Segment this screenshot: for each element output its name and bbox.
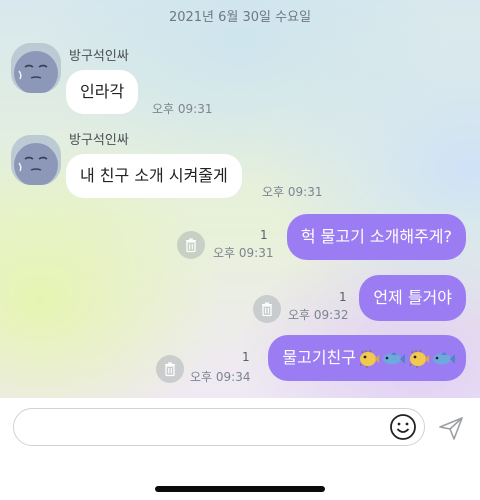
avatar-icon: [11, 135, 61, 185]
message-input[interactable]: [13, 408, 425, 446]
message-text: 물고기친구: [282, 348, 356, 367]
fish-icon: [383, 351, 405, 364]
date-header: 2021년 6월 30일 수요일: [168, 10, 312, 25]
emoji-icon: [390, 414, 416, 440]
trash-icon: [165, 362, 175, 377]
fish-icon: [433, 351, 455, 364]
unread-count: 1: [242, 350, 250, 364]
message-time: 오후 09:32: [288, 308, 349, 322]
message-time: 오후 09:31: [213, 246, 274, 260]
send-button[interactable]: [437, 414, 465, 442]
avatar-icon: [11, 43, 61, 93]
blowfish-icon: [359, 349, 379, 368]
delete-button[interactable]: [253, 295, 281, 323]
sender-name: 방구석인싸: [69, 49, 129, 64]
message-time: 오후 09:34: [190, 370, 251, 384]
message-composer: [0, 398, 480, 500]
send-icon: [439, 417, 463, 440]
avatar[interactable]: [11, 43, 61, 93]
message-time: 오후 09:31: [152, 102, 213, 116]
avatar[interactable]: [11, 135, 61, 185]
outgoing-message-bubble[interactable]: 언제 틀거야: [359, 275, 466, 321]
emoji-button[interactable]: [389, 413, 417, 441]
blowfish-icon: [409, 349, 429, 368]
trash-icon: [262, 302, 272, 317]
incoming-message-bubble[interactable]: 인라각: [66, 70, 139, 114]
outgoing-message-bubble[interactable]: 물고기친구: [268, 335, 466, 381]
home-indicator: [155, 486, 325, 492]
trash-icon: [186, 238, 196, 253]
delete-button[interactable]: [177, 231, 205, 259]
unread-count: 1: [339, 290, 347, 304]
outgoing-message-bubble[interactable]: 헉 물고기 소개해주게?: [286, 214, 466, 260]
unread-count: 1: [260, 228, 268, 242]
incoming-message-bubble[interactable]: 내 친구 소개 시켜줄게: [66, 154, 242, 198]
sender-name: 방구석인싸: [69, 133, 129, 148]
message-time: 오후 09:31: [262, 185, 323, 199]
delete-button[interactable]: [156, 355, 184, 383]
